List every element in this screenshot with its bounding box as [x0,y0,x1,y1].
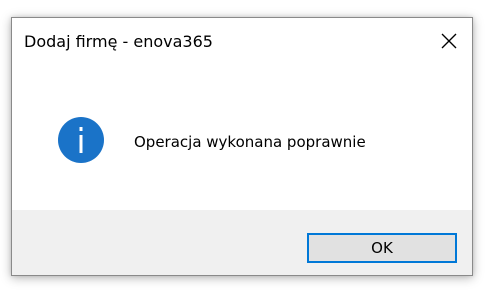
info-icon [58,117,104,163]
close-icon [441,33,457,49]
button-bar: OK [12,210,472,275]
title-bar: Dodaj firmę - enova365 [12,18,472,76]
message-area: Operacja wykonana poprawnie [12,76,472,210]
message-dialog: Dodaj firmę - enova365 Operacja wykonana… [11,17,473,276]
ok-button[interactable]: OK [307,233,457,263]
window-title: Dodaj firmę - enova365 [24,32,213,51]
message-text: Operacja wykonana poprawnie [134,133,366,151]
close-button[interactable] [426,18,472,64]
